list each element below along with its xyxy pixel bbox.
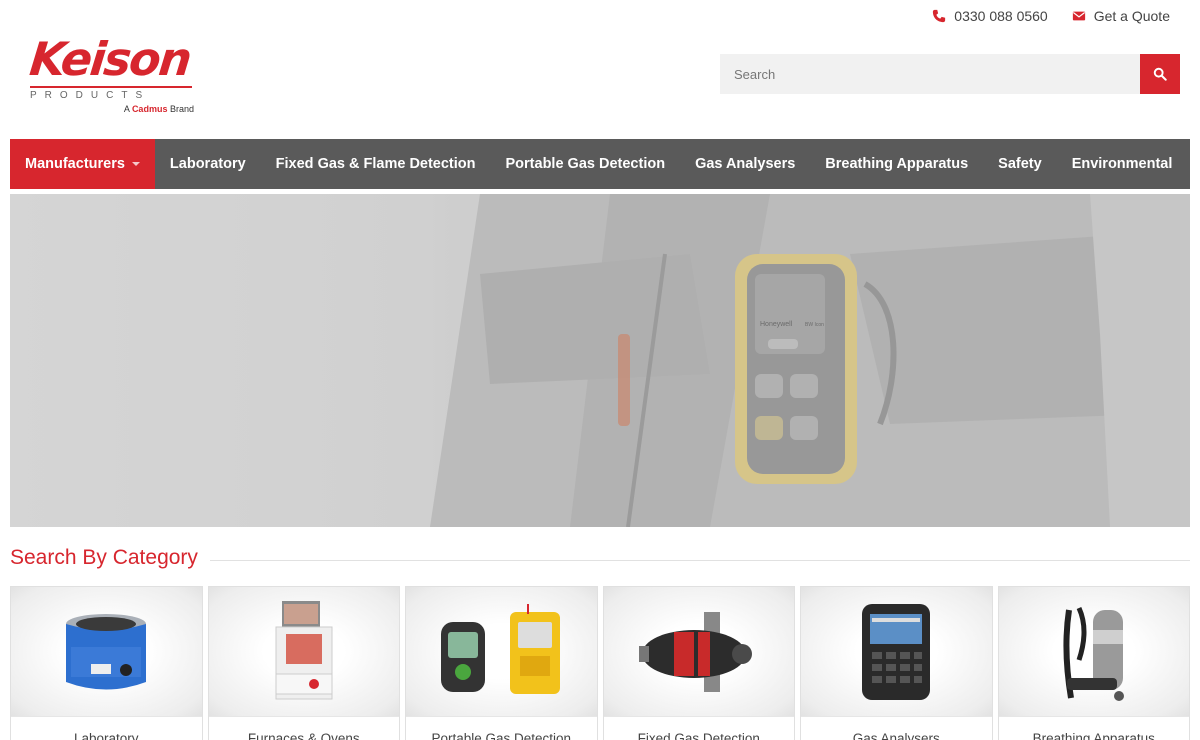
hero-banner[interactable]: Honeywell BW Icon: [10, 194, 1190, 527]
logo-brand-suffix: Brand: [169, 104, 194, 114]
logo-wordmark: Keison: [27, 32, 193, 86]
category-card-portable-gas[interactable]: Portable Gas Detection: [405, 586, 598, 740]
category-label: Furnaces & Ovens: [247, 731, 360, 740]
nav-label: Gas Analysers: [695, 156, 796, 172]
category-label: Portable Gas Detection: [431, 731, 572, 740]
phone-icon: [933, 9, 946, 23]
category-label: Gas Analysers: [852, 731, 940, 740]
nav-item-environmental[interactable]: Environmental: [1057, 139, 1188, 189]
category-image: [801, 587, 992, 717]
nav-item-safety[interactable]: Safety: [983, 139, 1057, 189]
quote-label: Get a Quote: [1093, 8, 1170, 24]
nav-item-gas-analysers[interactable]: Gas Analysers: [680, 139, 810, 189]
nav-label: Breathing Apparatus: [825, 156, 969, 172]
category-card-gas-analysers[interactable]: Gas Analysers: [800, 586, 993, 740]
gas-analyser-image: [862, 603, 931, 700]
category-card-furnaces-ovens[interactable]: Furnaces & Ovens: [207, 586, 400, 740]
nav-item-laboratory[interactable]: Laboratory: [155, 139, 261, 189]
category-grid: Laboratory Furnaces & Ovens Portable Gas…: [10, 586, 1190, 740]
nav-label: Laboratory: [169, 156, 246, 172]
nav-item-portable-gas[interactable]: Portable Gas Detection: [491, 139, 681, 189]
logo-brand-prefix: A: [123, 104, 130, 114]
main-nav: Manufacturers Laboratory Fixed Gas & Fla…: [10, 139, 1190, 189]
heating-mantle-image: [66, 613, 147, 689]
contact-bar: 0330 088 0560 Get a Quote: [932, 8, 1170, 24]
portable-detector-image: [441, 604, 561, 694]
caret-down-icon: [131, 162, 140, 166]
category-image: [406, 587, 597, 717]
category-image: [11, 587, 202, 717]
phone-link[interactable]: 0330 088 0560: [932, 8, 1048, 24]
nav-item-fixed-gas[interactable]: Fixed Gas & Flame Detection: [261, 139, 491, 189]
furnace-image: [275, 601, 333, 700]
hero-image: Honeywell BW Icon: [10, 194, 1190, 527]
logo-brand-line: A Cadmus Brand: [30, 104, 194, 114]
phone-number: 0330 088 0560: [954, 8, 1048, 24]
category-section-header: Search By Category: [10, 546, 1190, 570]
category-label: Breathing Apparatus: [1032, 731, 1155, 740]
search-bar: [720, 54, 1180, 94]
divider: [209, 559, 1190, 561]
category-image: [603, 587, 794, 717]
category-card-laboratory[interactable]: Laboratory: [10, 586, 203, 740]
nav-label: Manufacturers: [25, 156, 125, 172]
nav-label: Environmental: [1071, 156, 1173, 172]
section-title: Search By Category: [10, 546, 198, 569]
category-label: Laboratory: [73, 731, 139, 740]
fixed-detector-image: [638, 611, 752, 692]
quote-link[interactable]: Get a Quote: [1072, 8, 1170, 24]
search-input[interactable]: [720, 54, 1140, 94]
search-icon: [1153, 67, 1167, 81]
logo-brand-name: Cadmus: [131, 104, 168, 114]
category-card-breathing-apparatus[interactable]: Breathing Apparatus: [997, 586, 1190, 740]
nav-item-breathing-apparatus[interactable]: Breathing Apparatus: [810, 139, 983, 189]
nav-label: Safety: [998, 156, 1042, 172]
nav-label: Fixed Gas & Flame Detection: [275, 156, 476, 172]
nav-item-manufacturers[interactable]: Manufacturers: [10, 139, 155, 189]
breathing-apparatus-image: [1063, 606, 1124, 701]
category-card-fixed-gas[interactable]: Fixed Gas Detection: [602, 586, 795, 740]
logo-subtitle: PRODUCTS: [30, 86, 192, 101]
search-button[interactable]: [1140, 54, 1180, 94]
nav-label: Portable Gas Detection: [505, 156, 666, 172]
category-image: [998, 587, 1189, 717]
category-label: Fixed Gas Detection: [637, 731, 760, 740]
category-image: [208, 587, 399, 717]
envelope-icon: [1072, 11, 1085, 21]
site-logo[interactable]: Keison PRODUCTS A Cadmus Brand: [27, 32, 200, 118]
